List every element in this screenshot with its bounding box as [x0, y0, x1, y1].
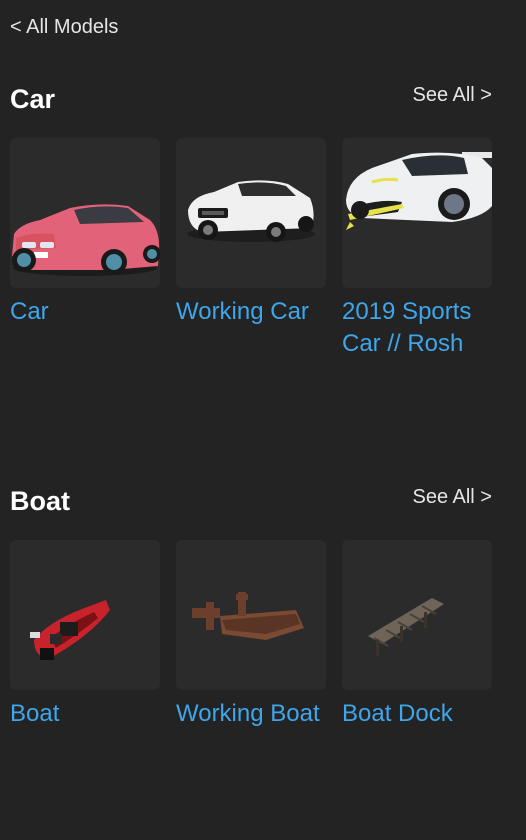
section-header: Boat See All > [10, 486, 492, 522]
section-car: Car See All > Car Working Car 2019 Sport… [10, 84, 492, 357]
model-grid: Boat Working Boat Boat Dock [10, 540, 492, 840]
model-card[interactable]: Car [10, 138, 160, 328]
pink-suv-thumbnail [10, 138, 160, 288]
model-card[interactable]: Working Car [176, 138, 326, 328]
model-name[interactable]: Working Car [176, 296, 326, 328]
white-hypercar-thumbnail [342, 138, 492, 288]
see-all-button[interactable]: See All > [412, 486, 492, 509]
section-header: Car See All > [10, 84, 492, 120]
model-name[interactable]: Boat [10, 698, 160, 730]
section-title: Boat [10, 486, 70, 516]
model-name[interactable]: Working Boat [176, 698, 326, 730]
model-card[interactable]: Boat [10, 540, 160, 730]
section-boat: Boat See All > Boat Working Boat Boat Do… [10, 486, 492, 727]
wooden-boat-thumbnail [176, 540, 326, 690]
model-name[interactable]: Boat Dock [342, 698, 492, 730]
back-to-all-models-link[interactable]: < All Models [10, 16, 118, 39]
model-grid: Car Working Car 2019 Sports Car // Rosh [10, 138, 492, 438]
model-card[interactable]: Working Boat [176, 540, 326, 730]
model-name[interactable]: 2019 Sports Car // Rosh [342, 296, 492, 360]
model-card[interactable]: 2019 Sports Car // Rosh [342, 138, 492, 360]
red-speedboat-thumbnail [10, 540, 160, 690]
model-card[interactable]: Boat Dock [342, 540, 492, 730]
section-title: Car [10, 84, 56, 114]
wooden-dock-thumbnail [342, 540, 492, 690]
model-name[interactable]: Car [10, 296, 160, 328]
see-all-button[interactable]: See All > [412, 84, 492, 107]
white-sports-car-thumbnail [176, 138, 326, 288]
